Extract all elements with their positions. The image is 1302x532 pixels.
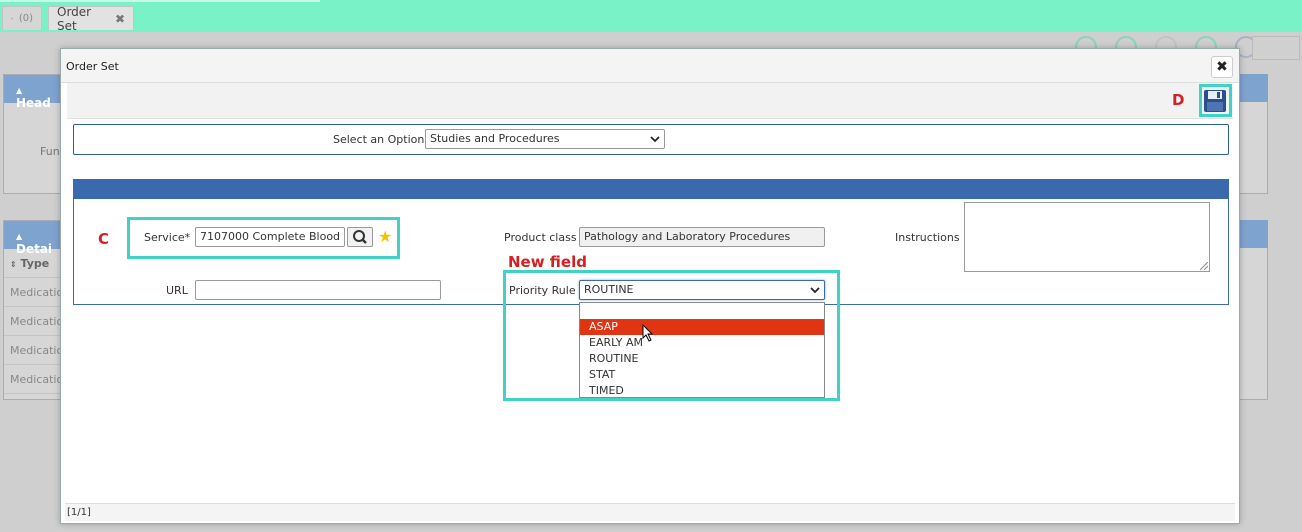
annotation-d-label: D — [1172, 91, 1185, 109]
tab-close-icon[interactable]: ✖ — [115, 12, 125, 26]
modal-title: Order Set — [61, 49, 1239, 83]
instructions-textarea[interactable] — [964, 202, 1210, 272]
tab-home[interactable]: (0) — [2, 6, 42, 30]
background-details-panel: ▲ Detai ⇕ Type Medication Medication Med… — [3, 220, 70, 400]
priority-option-stat[interactable]: STAT — [580, 367, 824, 383]
bg-header-label: Head — [16, 96, 51, 110]
top-strip — [0, 0, 1302, 32]
priority-option-early-am[interactable]: EARLY AM — [580, 335, 824, 351]
save-icon[interactable] — [1203, 89, 1227, 113]
pagination-indicator: [1/1] — [65, 503, 1235, 521]
url-input[interactable] — [195, 280, 441, 300]
tab-order-set-label: Order Set — [57, 4, 92, 33]
select-option-value: Studies and Procedures — [430, 132, 560, 145]
order-set-modal: Order Set ✖ D Select an Option Studies a… — [60, 48, 1240, 524]
bg-list-menu — [1252, 36, 1300, 60]
mouse-cursor-icon — [642, 324, 654, 342]
priority-option-timed[interactable]: TIMED — [580, 383, 824, 399]
bg-header-field: Func — [40, 145, 66, 158]
priority-option-empty[interactable] — [580, 303, 824, 319]
priority-option-routine[interactable]: ROUTINE — [580, 351, 824, 367]
priority-rule-label: Priority Rule — [509, 284, 576, 297]
product-class-label: Product class — [504, 231, 577, 244]
background-header-panel: ▲ Head Func — [3, 74, 66, 194]
url-label: URL — [166, 284, 188, 297]
product-class-input[interactable]: Pathology and Laboratory Procedures — [579, 227, 825, 247]
service-label: Service* — [144, 231, 191, 244]
search-icon — [353, 230, 367, 244]
instructions-label: Instructions — [895, 231, 960, 244]
bg-type-column: Type — [20, 257, 50, 270]
close-button[interactable]: ✖ — [1211, 56, 1233, 78]
priority-option-asap[interactable]: ASAP — [580, 319, 824, 335]
home-icon — [11, 17, 13, 20]
annotation-c-label: C — [98, 230, 110, 248]
bg-row: Medication — [4, 336, 70, 365]
service-search-button[interactable] — [347, 227, 373, 247]
favorite-star-icon[interactable]: ★ — [378, 227, 392, 246]
priority-rule-value: ROUTINE — [584, 283, 634, 296]
select-option-label: Select an Option — [333, 133, 425, 146]
resize-handle-icon[interactable] — [1200, 262, 1208, 270]
priority-rule-select[interactable]: ROUTINE — [579, 280, 825, 300]
chevron-down-icon — [810, 287, 820, 294]
bg-row: Medication — [4, 365, 70, 394]
bg-row: Medication — [4, 278, 70, 307]
chevron-down-icon — [650, 136, 660, 143]
modal-toolbar — [67, 83, 1233, 119]
section-header-bar — [73, 179, 1229, 199]
tab-order-set[interactable]: Order Set ✖ — [48, 4, 134, 33]
priority-rule-options: ASAP EARLY AM ROUTINE STAT TIMED — [579, 302, 825, 398]
home-tab-count: (0) — [18, 13, 33, 24]
bg-row: Medication — [4, 307, 70, 336]
select-option-dropdown[interactable]: Studies and Procedures — [425, 129, 665, 149]
bg-details-label: Detai — [16, 242, 53, 256]
service-input[interactable]: 7107000 Complete Blood Cc — [195, 227, 345, 247]
annotation-new-field-label: New field — [508, 253, 587, 271]
